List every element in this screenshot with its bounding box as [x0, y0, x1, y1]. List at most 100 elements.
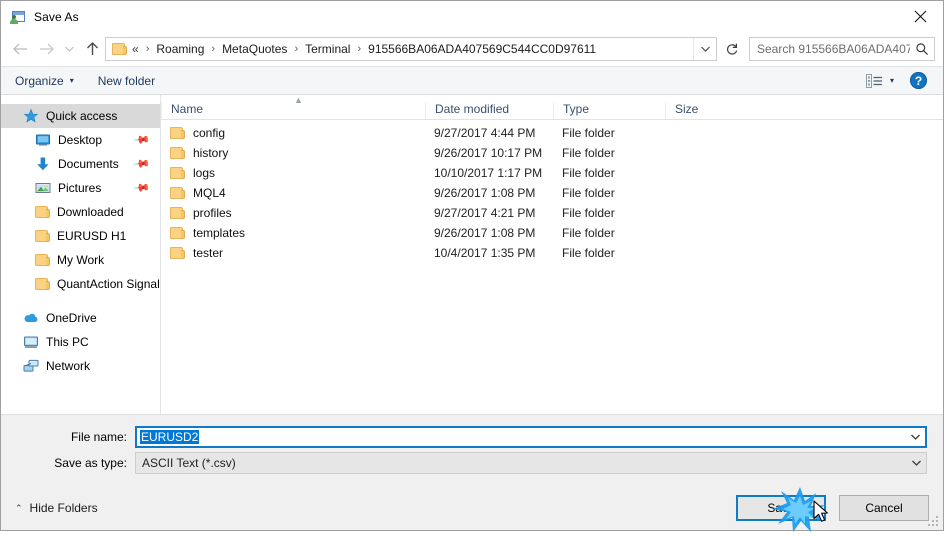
sidebar-item-label: QuantAction Signal — [57, 277, 160, 291]
hide-folders-label: Hide Folders — [29, 501, 98, 515]
view-options-button[interactable]: ▾ — [865, 73, 894, 88]
sidebar-item-my-work[interactable]: My Work — [1, 248, 160, 272]
save-as-type-value: ASCII Text (*.csv) — [142, 456, 236, 470]
file-name-selected-text: EURUSD2 — [140, 430, 200, 444]
chevron-down-icon — [911, 460, 921, 466]
table-row[interactable]: logs 10/10/2017 1:17 PM File folder — [161, 163, 943, 183]
cancel-button[interactable]: Cancel — [839, 495, 929, 521]
back-button[interactable] — [7, 36, 33, 62]
hide-folders-button[interactable]: ⌃ Hide Folders — [15, 501, 98, 515]
new-folder-button[interactable]: New folder — [98, 74, 155, 88]
table-row[interactable]: profiles 9/27/2017 4:21 PM File folder — [161, 203, 943, 223]
sidebar-item-network[interactable]: Network — [1, 354, 160, 378]
close-button[interactable] — [897, 1, 943, 31]
address-dropdown-button[interactable] — [693, 38, 716, 60]
file-type-cell: File folder — [562, 246, 615, 260]
folder-icon — [35, 277, 50, 291]
this-pc-icon — [23, 334, 39, 350]
navigation-pane: Quick access Desktop 📌 Documents 📌 Pictu… — [1, 95, 161, 414]
file-name-input[interactable]: EURUSD2 — [135, 426, 927, 448]
search-input[interactable]: Search 915566BA06ADA40756... — [750, 42, 910, 56]
folder-icon — [35, 253, 50, 267]
breadcrumb-item-roaming[interactable]: Roaming — [154, 40, 206, 58]
refresh-button[interactable] — [721, 37, 743, 61]
search-icon — [910, 42, 934, 56]
file-name-cell: templates — [161, 226, 425, 240]
recent-locations-button[interactable] — [59, 36, 79, 62]
sidebar-item-quantaction-signal[interactable]: QuantAction Signal — [1, 272, 160, 296]
table-row[interactable]: MQL4 9/26/2017 1:08 PM File folder — [161, 183, 943, 203]
onedrive-cloud-icon — [23, 310, 39, 326]
table-row[interactable]: templates 9/26/2017 1:08 PM File folder — [161, 223, 943, 243]
breadcrumb-overflow[interactable]: « — [132, 40, 141, 58]
column-header-size[interactable]: Size — [665, 102, 745, 119]
chevron-down-icon: ▾ — [69, 75, 74, 85]
organize-button[interactable]: Organize ▾ — [15, 74, 74, 88]
sidebar-item-this-pc[interactable]: This PC — [1, 330, 160, 354]
pin-icon[interactable]: 📌 — [132, 155, 150, 173]
sidebar-item-pictures[interactable]: Pictures 📌 — [1, 176, 160, 200]
help-button[interactable]: ? — [910, 72, 927, 89]
sidebar-item-documents[interactable]: Documents 📌 — [1, 152, 160, 176]
sidebar-item-desktop[interactable]: Desktop 📌 — [1, 128, 160, 152]
file-list: config 9/27/2017 4:44 PM File folder his… — [161, 120, 943, 414]
file-name-row: File name: EURUSD2 — [17, 426, 927, 448]
file-name-dropdown-button[interactable] — [905, 433, 925, 441]
forward-button[interactable] — [33, 36, 59, 62]
dialog-body: Quick access Desktop 📌 Documents 📌 Pictu… — [1, 95, 943, 414]
file-name-cell: config — [161, 126, 425, 140]
file-date-cell: 9/26/2017 1:08 PM — [434, 186, 536, 200]
file-name-label: history — [193, 146, 229, 160]
folder-icon — [35, 205, 50, 219]
file-name-value[interactable]: EURUSD2 — [137, 430, 905, 444]
up-button[interactable] — [79, 36, 105, 62]
chevron-down-icon — [700, 46, 710, 52]
sort-ascending-icon: ▲ — [294, 95, 303, 105]
file-name-cell: tester — [161, 246, 425, 260]
folder-icon — [170, 126, 185, 140]
table-row[interactable]: config 9/27/2017 4:44 PM File folder — [161, 123, 943, 143]
column-header-name[interactable]: Name — [161, 102, 425, 119]
file-type-cell: File folder — [562, 186, 615, 200]
folder-icon — [170, 186, 185, 200]
file-name-label: tester — [193, 246, 224, 260]
file-name-cell: MQL4 — [161, 186, 425, 200]
pin-icon[interactable]: 📌 — [132, 179, 150, 197]
file-type-cell: File folder — [562, 206, 615, 220]
breadcrumb-item-terminal[interactable]: Terminal — [303, 40, 352, 58]
sidebar-item-label: OneDrive — [46, 311, 97, 325]
save-button[interactable]: Save — [736, 495, 826, 521]
column-headers: ▲ Name Date modified Type Size — [161, 95, 943, 120]
folder-icon — [112, 42, 127, 56]
sidebar-item-eurusd-h1[interactable]: EURUSD H1 — [1, 224, 160, 248]
new-folder-label: New folder — [97, 73, 156, 88]
file-name-label: config — [193, 126, 226, 140]
file-name-cell: logs — [161, 166, 425, 180]
sidebar-item-quick-access[interactable]: Quick access — [1, 104, 160, 128]
save-as-type-dropdown-button[interactable] — [906, 459, 926, 467]
table-row[interactable]: history 9/26/2017 10:17 PM File folder — [161, 143, 943, 163]
breadcrumb-item-metaquotes[interactable]: MetaQuotes — [220, 40, 289, 58]
column-header-date-modified[interactable]: Date modified — [425, 102, 553, 119]
save-as-type-select[interactable]: ASCII Text (*.csv) — [135, 452, 927, 474]
list-view-icon — [865, 73, 882, 88]
sidebar-item-label: My Work — [57, 253, 105, 267]
file-name-label: File name: — [70, 430, 127, 444]
sidebar-item-label: Pictures — [58, 181, 102, 195]
arrow-left-icon — [12, 43, 27, 55]
resize-grip[interactable] — [928, 516, 940, 528]
sidebar-item-label: This PC — [46, 335, 89, 349]
desktop-icon — [35, 132, 51, 148]
sidebar-item-onedrive[interactable]: OneDrive — [1, 306, 160, 330]
column-header-type[interactable]: Type — [553, 102, 665, 119]
file-date-cell: 10/10/2017 1:17 PM — [434, 166, 543, 180]
pin-icon[interactable]: 📌 — [132, 131, 150, 149]
sidebar-item-downloaded[interactable]: Downloaded — [1, 200, 160, 224]
breadcrumb-item-instance[interactable]: 915566BA06ADA407569C544CC0D97611 — [366, 40, 598, 58]
pictures-icon — [35, 180, 51, 196]
search-box[interactable]: Search 915566BA06ADA40756... — [749, 37, 935, 61]
folder-icon — [170, 226, 185, 240]
address-bar[interactable]: « › Roaming › MetaQuotes › Terminal › 91… — [105, 37, 717, 61]
file-date-cell: 9/26/2017 1:08 PM — [434, 226, 536, 240]
table-row[interactable]: tester 10/4/2017 1:35 PM File folder — [161, 243, 943, 263]
